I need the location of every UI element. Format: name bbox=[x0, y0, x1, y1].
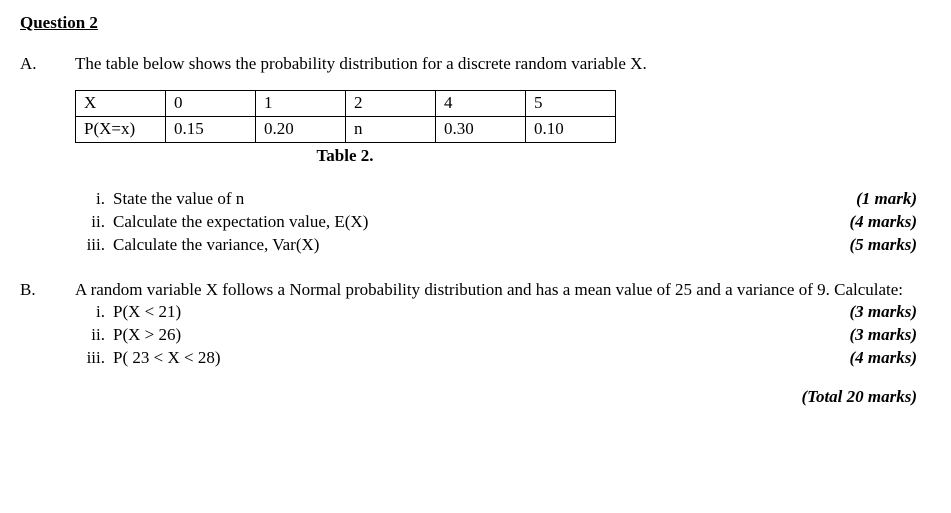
part-a-intro: The table below shows the probability di… bbox=[75, 53, 921, 76]
part-b-body: A random variable X follows a Normal pro… bbox=[75, 279, 921, 410]
list-item: ii. P(X > 26) (3 marks) bbox=[75, 324, 921, 347]
table-cell: 0.15 bbox=[166, 116, 256, 142]
table-row: X 0 1 2 4 5 bbox=[76, 90, 616, 116]
list-item: i. State the value of n (1 mark) bbox=[75, 188, 921, 211]
item-marks: (5 marks) bbox=[849, 234, 921, 257]
probability-table: X 0 1 2 4 5 P(X=x) 0.15 0.20 n 0.30 0.10 bbox=[75, 90, 616, 143]
item-text: Calculate the variance, Var(X) bbox=[113, 234, 319, 257]
part-b: B. A random variable X follows a Normal … bbox=[20, 279, 921, 410]
table-cell: 0 bbox=[166, 90, 256, 116]
table-cell: 1 bbox=[256, 90, 346, 116]
item-marks: (4 marks) bbox=[849, 347, 921, 370]
item-text: State the value of n bbox=[113, 188, 244, 211]
item-marks: (1 mark) bbox=[856, 188, 921, 211]
item-number: iii. bbox=[75, 347, 113, 370]
item-number: i. bbox=[75, 301, 113, 324]
item-number: ii. bbox=[75, 324, 113, 347]
table-cell: P(X=x) bbox=[76, 116, 166, 142]
part-b-intro: A random variable X follows a Normal pro… bbox=[75, 279, 921, 302]
part-a: A. The table below shows the probability… bbox=[20, 53, 921, 257]
list-item: iii. Calculate the variance, Var(X) (5 m… bbox=[75, 234, 921, 257]
list-item: i. P(X < 21) (3 marks) bbox=[75, 301, 921, 324]
part-b-label: B. bbox=[20, 279, 75, 410]
table-cell: n bbox=[346, 116, 436, 142]
table-cell: 0.20 bbox=[256, 116, 346, 142]
part-a-label: A. bbox=[20, 53, 75, 257]
table-cell: X bbox=[76, 90, 166, 116]
item-text: Calculate the expectation value, E(X) bbox=[113, 211, 368, 234]
item-number: ii. bbox=[75, 211, 113, 234]
list-item: ii. Calculate the expectation value, E(X… bbox=[75, 211, 921, 234]
question-heading: Question 2 bbox=[20, 12, 921, 35]
item-text: P(X < 21) bbox=[113, 301, 181, 324]
item-text: P( 23 < X < 28) bbox=[113, 347, 220, 370]
item-marks: (4 marks) bbox=[849, 211, 921, 234]
part-a-body: The table below shows the probability di… bbox=[75, 53, 921, 257]
list-item: iii. P( 23 < X < 28) (4 marks) bbox=[75, 347, 921, 370]
item-number: iii. bbox=[75, 234, 113, 257]
table-cell: 0.30 bbox=[436, 116, 526, 142]
table-cell: 4 bbox=[436, 90, 526, 116]
item-number: i. bbox=[75, 188, 113, 211]
table-cell: 5 bbox=[526, 90, 616, 116]
table-caption: Table 2. bbox=[75, 145, 615, 168]
table-cell: 2 bbox=[346, 90, 436, 116]
table-cell: 0.10 bbox=[526, 116, 616, 142]
total-marks: (Total 20 marks) bbox=[75, 386, 921, 409]
table-row: P(X=x) 0.15 0.20 n 0.30 0.10 bbox=[76, 116, 616, 142]
item-marks: (3 marks) bbox=[849, 301, 921, 324]
item-text: P(X > 26) bbox=[113, 324, 181, 347]
item-marks: (3 marks) bbox=[849, 324, 921, 347]
